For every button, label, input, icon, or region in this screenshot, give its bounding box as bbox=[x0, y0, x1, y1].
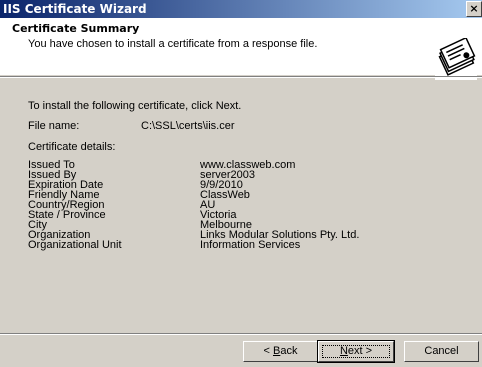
back-rest: ack bbox=[280, 345, 298, 357]
instruction-text: To install the following certificate, cl… bbox=[28, 100, 242, 112]
next-button[interactable]: Next > bbox=[317, 340, 395, 363]
title-bar[interactable]: IIS Certificate Wizard × bbox=[0, 0, 482, 18]
wizard-window: IIS Certificate Wizard × Certificate Sum… bbox=[0, 0, 482, 367]
cancel-button-label: Cancel bbox=[424, 345, 459, 357]
certificate-details-label: Certificate details: bbox=[28, 141, 116, 153]
close-icon: × bbox=[469, 2, 479, 15]
certificate-wizard-icon bbox=[435, 38, 477, 80]
detail-label-organizational-unit: Organizational Unit bbox=[28, 239, 122, 251]
page-title: Certificate Summary bbox=[12, 22, 140, 35]
window-title: IIS Certificate Wizard bbox=[3, 2, 147, 16]
wizard-header: Certificate Summary You have chosen to i… bbox=[0, 18, 482, 80]
close-button[interactable]: × bbox=[466, 1, 482, 17]
footer-divider-highlight bbox=[0, 334, 482, 335]
page-subtitle: You have chosen to install a certificate… bbox=[28, 38, 318, 50]
focus-rectangle bbox=[322, 345, 390, 358]
cancel-button[interactable]: Cancel bbox=[404, 341, 479, 362]
detail-value-organizational-unit: Information Services bbox=[200, 239, 301, 251]
file-name-value: C:\SSL\certs\iis.cer bbox=[141, 120, 235, 132]
summary-body: To install the following certificate, cl… bbox=[0, 78, 482, 333]
file-name-label: File name: bbox=[28, 120, 80, 132]
back-button[interactable]: < Back bbox=[243, 341, 318, 362]
back-prefix: < bbox=[263, 345, 273, 357]
back-button-label: < Back bbox=[264, 342, 298, 361]
